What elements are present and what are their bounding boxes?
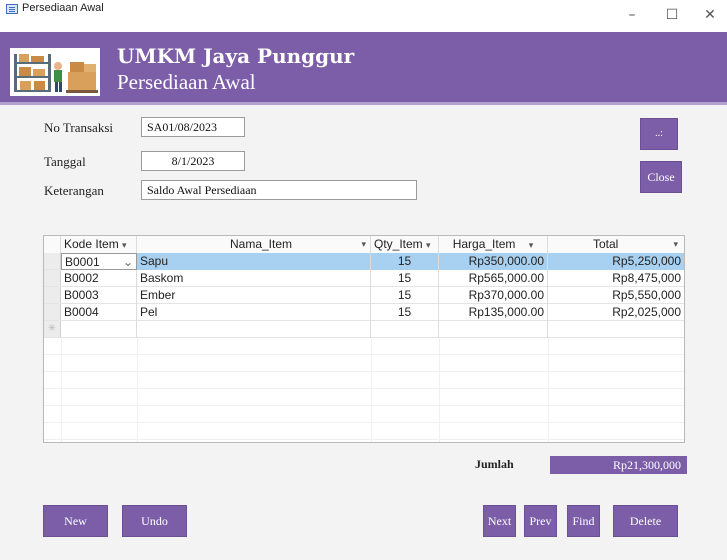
jumlah-value: Rp21,300,000: [550, 456, 687, 474]
close-window-button[interactable]: ✕: [690, 0, 727, 32]
col-harga-item[interactable]: Harga_Item ▾: [439, 236, 548, 253]
grid-header: Kode Item ▾ Nama_Item ▾ Qty_Item ▾ Harga…: [44, 236, 684, 254]
minimize-button[interactable]: –: [612, 0, 652, 32]
tanggal-label: Tanggal: [44, 154, 86, 169]
new-button[interactable]: New: [43, 505, 108, 537]
qty-cell[interactable]: 15: [371, 270, 439, 287]
col-total[interactable]: Total ▾: [548, 236, 684, 253]
find-button[interactable]: Find: [567, 505, 600, 537]
sort-arrow-icon: ▾: [673, 239, 678, 249]
new-record-row[interactable]: ✳: [44, 321, 684, 338]
title-bar: Persediaan Awal – ☐ ✕: [0, 0, 727, 32]
qty-cell[interactable]: 15: [371, 253, 439, 270]
harga-cell[interactable]: Rp370,000.00: [439, 287, 548, 304]
nama-item-cell[interactable]: Sapu: [137, 253, 371, 270]
maximize-button[interactable]: ☐: [652, 0, 692, 32]
col-nama-item-label: Nama_Item: [230, 237, 293, 251]
items-grid[interactable]: Kode Item ▾ Nama_Item ▾ Qty_Item ▾ Harga…: [43, 235, 685, 443]
nama-item-cell[interactable]: Ember: [137, 287, 371, 304]
keterangan-label: Keterangan: [44, 183, 104, 198]
prev-button[interactable]: Prev: [524, 505, 557, 537]
grid-empty-area: [44, 338, 684, 442]
form-icon: [6, 4, 18, 14]
empty-cell[interactable]: [548, 321, 684, 338]
harga-cell[interactable]: Rp350,000.00: [439, 253, 548, 270]
form-header: [0, 32, 727, 102]
qty-cell[interactable]: 15: [371, 304, 439, 321]
company-name: UMKM Jaya Punggur: [117, 44, 355, 68]
close-button[interactable]: Close: [640, 161, 682, 193]
header-divider: [0, 102, 727, 105]
kode-item-cell[interactable]: B0003: [61, 287, 137, 304]
new-record-icon[interactable]: ✳: [44, 321, 61, 337]
empty-cell[interactable]: [137, 321, 371, 338]
col-harga-item-label: Harga_Item: [452, 237, 516, 251]
qty-cell[interactable]: 15: [371, 287, 439, 304]
no-transaksi-field[interactable]: SA01/08/2023: [141, 117, 245, 137]
empty-cell[interactable]: [61, 321, 137, 338]
kode-item-cell[interactable]: B0002: [61, 270, 137, 287]
warehouse-logo: [10, 48, 100, 96]
empty-cell[interactable]: [371, 321, 439, 338]
total-cell[interactable]: Rp2,025,000: [548, 304, 684, 321]
row-selector[interactable]: [44, 287, 61, 303]
kode-item-cell[interactable]: B0004: [61, 304, 137, 321]
total-cell[interactable]: Rp8,475,000: [548, 270, 684, 287]
kode-item-cell: B0001: [65, 255, 100, 269]
window-title: Persediaan Awal: [22, 2, 104, 14]
col-kode-item-label: Kode Item: [64, 237, 119, 251]
sort-arrow-icon: ▾: [426, 240, 431, 250]
nama-item-cell[interactable]: Pel: [137, 304, 371, 321]
table-row[interactable]: B0002 Baskom 15 Rp565,000.00 Rp8,475,000: [44, 270, 684, 287]
table-row[interactable]: B0004 Pel 15 Rp135,000.00 Rp2,025,000: [44, 304, 684, 321]
total-cell[interactable]: Rp5,550,000: [548, 287, 684, 304]
empty-cell[interactable]: [439, 321, 548, 338]
warehouse-icon: [14, 54, 98, 93]
form-title: Persediaan Awal: [117, 70, 256, 94]
harga-cell[interactable]: Rp135,000.00: [439, 304, 548, 321]
col-qty-item[interactable]: Qty_Item ▾: [371, 236, 439, 253]
total-cell[interactable]: Rp5,250,000: [548, 253, 684, 270]
next-button[interactable]: Next: [483, 505, 516, 537]
tanggal-field[interactable]: 8/1/2023: [141, 151, 245, 171]
table-row[interactable]: B0003 Ember 15 Rp370,000.00 Rp5,550,000: [44, 287, 684, 304]
undo-button[interactable]: Undo: [122, 505, 187, 537]
dropdown-arrow-icon[interactable]: ⌄: [123, 254, 133, 269]
row-selector[interactable]: [44, 304, 61, 320]
harga-cell[interactable]: Rp565,000.00: [439, 270, 548, 287]
table-row[interactable]: B0001 ⌄ Sapu 15 Rp350,000.00 Rp5,250,000: [44, 253, 684, 270]
jumlah-label: Jumlah: [475, 457, 514, 471]
row-selector[interactable]: [44, 253, 61, 269]
header-selector: [44, 236, 61, 253]
no-transaksi-label: No Transaksi: [44, 120, 113, 135]
sort-arrow-icon: ▾: [361, 239, 366, 249]
sort-arrow-icon: ▾: [528, 240, 534, 250]
col-nama-item[interactable]: Nama_Item ▾: [137, 236, 371, 253]
kode-item-combo[interactable]: B0001 ⌄: [61, 253, 137, 270]
sort-arrow-icon: ▾: [122, 240, 127, 250]
small-button[interactable]: ..:: [640, 118, 678, 150]
col-qty-item-label: Qty_Item: [374, 237, 423, 251]
keterangan-field[interactable]: Saldo Awal Persediaan: [141, 180, 417, 200]
col-total-label: Total: [593, 237, 619, 251]
col-kode-item[interactable]: Kode Item ▾: [61, 236, 137, 253]
nama-item-cell[interactable]: Baskom: [137, 270, 371, 287]
row-selector[interactable]: [44, 270, 61, 286]
delete-button[interactable]: Delete: [613, 505, 678, 537]
